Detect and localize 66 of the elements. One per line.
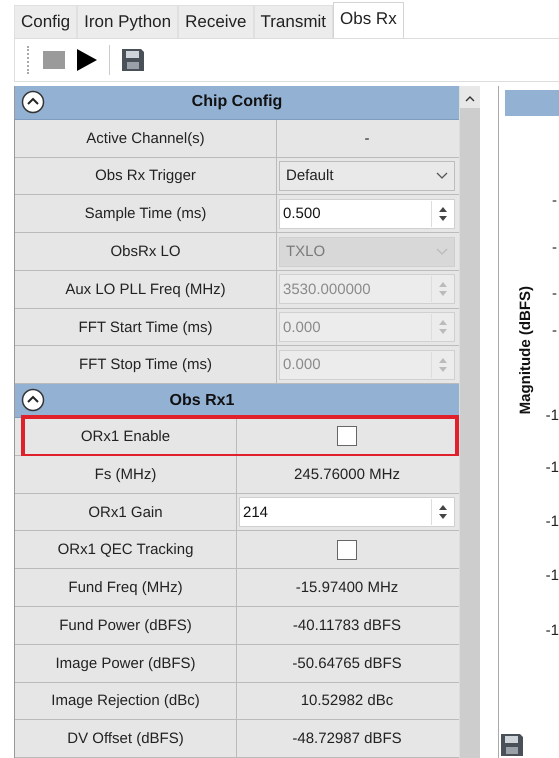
tab[interactable]: Receive — [178, 5, 254, 38]
property-label: Aux LO PLL Freq (MHz) — [65, 280, 226, 298]
property-label: FFT Start Time (ms) — [78, 318, 212, 336]
tab[interactable]: Config — [14, 5, 78, 38]
spin-arrows-icon — [438, 206, 448, 222]
chart-header — [505, 90, 559, 116]
spinner-field[interactable]: 0.500 — [279, 198, 455, 229]
property-label: ORx1 QEC Tracking — [58, 541, 194, 558]
tick-label: -1 — [546, 513, 559, 530]
property-label: Active Channel(s) — [86, 130, 205, 147]
property-label: ORx1 Enable — [80, 428, 170, 445]
property-value: 245.76000 MHz — [294, 466, 400, 483]
spinner-field[interactable]: 214 — [239, 497, 455, 528]
play-icon — [77, 49, 97, 71]
property-label: Sample Time (ms) — [84, 205, 206, 222]
property-label: DV Offset (dBFS) — [67, 730, 184, 748]
property-label: FFT Stop Time (ms) — [78, 356, 212, 374]
tick-label: -1 — [546, 622, 559, 639]
play-button[interactable] — [77, 49, 97, 71]
property-label: Image Power (dBFS) — [55, 654, 196, 672]
chevron-down-icon — [436, 172, 448, 180]
property-label: Obs Rx Trigger — [95, 167, 196, 184]
section-header[interactable]: Obs Rx1 — [15, 384, 459, 418]
checkbox[interactable] — [337, 426, 357, 446]
property-value: - — [364, 130, 370, 147]
tick-label: -1 — [546, 407, 559, 424]
tick-label: - — [552, 239, 557, 256]
scrollbar-thumb[interactable] — [460, 108, 480, 758]
spin-arrows-icon — [438, 504, 448, 520]
section-title: Obs Rx1 — [170, 392, 234, 410]
tick-label: - — [552, 322, 557, 339]
tab[interactable]: Obs Rx — [333, 2, 404, 39]
save-icon — [501, 734, 523, 756]
property-value: 10.52982 dBc — [300, 692, 394, 710]
axis-label: Magnitude (dBFS) — [517, 286, 534, 414]
property-label: Image Rejection (dBc) — [51, 692, 200, 710]
section-title: Chip Config — [192, 93, 282, 112]
checkbox[interactable] — [337, 540, 357, 560]
scroll-up-icon[interactable] — [465, 96, 475, 102]
save-button[interactable] — [501, 734, 523, 756]
spin-arrows-icon — [438, 356, 448, 373]
property-label: Fund Freq (MHz) — [68, 579, 183, 596]
tick-label: -1 — [546, 567, 559, 584]
collapse-icon[interactable] — [21, 90, 45, 114]
stop-icon — [43, 51, 65, 69]
property-value: -50.64765 dBFS — [292, 654, 402, 672]
tab[interactable]: Transmit — [254, 5, 334, 38]
property-label: ObsRx LO — [110, 243, 181, 260]
property-label: Fund Power (dBFS) — [59, 616, 192, 634]
property-value: -40.11783 dBFS — [292, 616, 402, 634]
spin-arrows-icon — [438, 281, 448, 298]
spin-arrows-icon — [438, 319, 448, 336]
tick-label: - — [552, 285, 557, 302]
collapse-icon[interactable] — [21, 388, 45, 412]
property-label: Fs (MHz) — [94, 466, 156, 483]
tick-label: -1 — [546, 459, 559, 476]
chevron-down-icon — [436, 248, 448, 256]
tick-label: - — [552, 192, 557, 209]
property-label: ORx1 Gain — [88, 504, 163, 521]
tab[interactable]: Iron Python — [77, 5, 178, 38]
section-header[interactable]: Chip Config — [15, 86, 459, 120]
property-value: -48.72987 dBFS — [292, 730, 402, 748]
save-button[interactable] — [122, 49, 144, 71]
dropdown[interactable]: Default — [279, 160, 455, 191]
property-value: -15.97400 MHz — [296, 579, 398, 596]
save-icon — [122, 49, 144, 71]
